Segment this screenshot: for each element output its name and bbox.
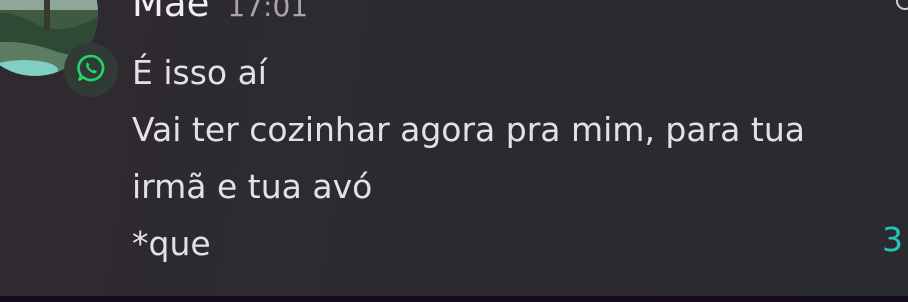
notification-header: Mãe 17:01: [132, 0, 308, 25]
whatsapp-badge: [64, 43, 118, 97]
expand-icon[interactable]: [896, 0, 908, 10]
message-line: É isso aí: [132, 53, 267, 92]
message-time: 17:01: [227, 0, 309, 23]
message-line: *que: [132, 224, 211, 263]
message-line: irmã e tua avó: [132, 167, 373, 206]
message-line: Vai ter cozinhar agora pra mim, para tua: [132, 110, 805, 149]
message-notification[interactable]: Mãe 17:01 É isso aí Vai ter cozinhar ago…: [0, 0, 908, 296]
whatsapp-icon: [76, 53, 106, 87]
sender-name: Mãe: [132, 0, 210, 25]
unread-count-badge: 3: [882, 220, 903, 259]
message-list: É isso aí Vai ter cozinhar agora pra mim…: [132, 44, 832, 272]
divider: [0, 296, 908, 302]
